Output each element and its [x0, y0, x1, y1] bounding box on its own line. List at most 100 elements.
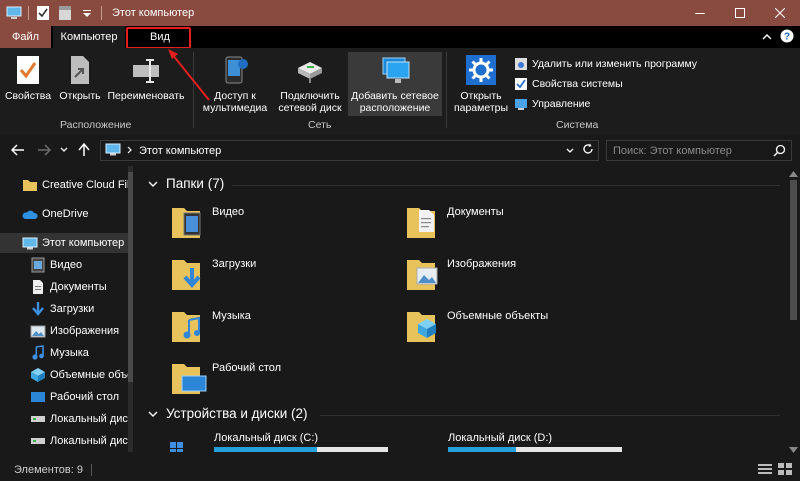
- title-bar: Этот компьютер: [0, 0, 800, 26]
- nav-item-drive-d[interactable]: Локальный дис: [0, 431, 128, 451]
- minimize-icon: [695, 13, 705, 14]
- refresh-icon[interactable]: [582, 143, 594, 158]
- scroll-down-icon[interactable]: [789, 444, 798, 456]
- add-network-location-button[interactable]: Добавить сетевое расположение: [348, 52, 442, 116]
- map-drive-label-1: Подключить: [280, 90, 340, 102]
- media-device-icon: [219, 54, 251, 86]
- forward-button[interactable]: [36, 142, 52, 158]
- nav-item-drive-c[interactable]: Локальный диск: [0, 409, 133, 429]
- nav-item-label: Музыка: [50, 347, 89, 359]
- group-system-label: Система: [556, 119, 599, 131]
- uninstall-program-button[interactable]: Удалить или изменить программу: [514, 57, 697, 71]
- status-bar: Элементов: 9: [0, 458, 800, 481]
- ribbon-tabs: Файл Компьютер Вид: [0, 26, 800, 48]
- ribbon-group-divider: [446, 52, 447, 128]
- breadcrumb-chevron-icon[interactable]: [127, 145, 133, 157]
- details-view-icon[interactable]: [758, 463, 772, 478]
- media-access-button[interactable]: Доступ к мультимедиа: [198, 54, 272, 114]
- chevron-down-icon: [60, 147, 68, 152]
- folder-label: Музыка: [212, 310, 251, 322]
- tiles-view-icon[interactable]: [778, 463, 792, 478]
- drives-section-header[interactable]: Устройства и диски (2): [148, 406, 308, 421]
- properties-button[interactable]: Свойства: [5, 54, 51, 102]
- system-properties-icon: [514, 77, 528, 91]
- folder-item-3d-objects[interactable]: Объемные объекты: [405, 306, 548, 346]
- 3d-objects-folder-icon: [407, 312, 436, 342]
- recent-locations-button[interactable]: [58, 142, 70, 158]
- documents-icon: [30, 279, 46, 295]
- toolbar-divider: [28, 6, 29, 20]
- tab-file[interactable]: Файл: [0, 26, 51, 48]
- help-icon[interactable]: ?: [780, 29, 794, 46]
- nav-item-label: Объемные объе: [50, 369, 133, 381]
- up-button[interactable]: [76, 142, 92, 158]
- navpane-scrollbar-thumb[interactable]: [128, 172, 133, 382]
- rename-icon: [130, 54, 162, 86]
- scroll-up-icon[interactable]: [789, 168, 798, 180]
- content-area: Папки (7) Видео Документы Загрузки Изобр…: [140, 166, 786, 452]
- folder-item-music[interactable]: Музыка: [170, 306, 251, 346]
- search-icon: [773, 144, 786, 160]
- new-folder-icon[interactable]: [57, 5, 73, 21]
- forward-arrow-icon: [38, 144, 51, 156]
- folders-section-header[interactable]: Папки (7): [148, 176, 224, 191]
- nav-item-video[interactable]: Видео: [0, 255, 128, 275]
- breadcrumb[interactable]: Этот компьютер: [139, 145, 221, 157]
- desktop-folder-icon: [172, 364, 207, 394]
- open-icon: [64, 54, 96, 86]
- folder-item-video[interactable]: Видео: [170, 202, 244, 242]
- tab-computer[interactable]: Компьютер: [53, 26, 125, 48]
- ribbon-controls: ?: [762, 29, 794, 46]
- folder-item-documents[interactable]: Документы: [405, 202, 504, 242]
- nav-item-label: Этот компьютер: [42, 237, 125, 249]
- nav-item-downloads[interactable]: Загрузки: [0, 299, 128, 319]
- minimize-button[interactable]: [680, 0, 720, 26]
- drive-icon: [30, 433, 46, 449]
- folder-label: Объемные объекты: [447, 310, 549, 322]
- nav-item-desktop[interactable]: Рабочий стол: [0, 387, 128, 407]
- drive-icon: [402, 442, 442, 452]
- open-button[interactable]: Открыть: [56, 54, 104, 102]
- map-network-drive-button[interactable]: Подключить сетевой диск: [272, 54, 348, 114]
- nav-item-onedrive[interactable]: OneDrive: [0, 204, 128, 224]
- back-button[interactable]: [10, 142, 26, 158]
- folder-item-downloads[interactable]: Загрузки: [170, 254, 256, 294]
- nav-item-documents[interactable]: Документы: [0, 277, 128, 297]
- folder-item-pictures[interactable]: Изображения: [405, 254, 516, 294]
- open-settings-button[interactable]: Открыть параметры: [450, 54, 512, 114]
- nav-item-music[interactable]: Музыка: [0, 343, 128, 363]
- address-bar[interactable]: Этот компьютер: [100, 140, 599, 161]
- nav-item-this-pc[interactable]: Этот компьютер: [0, 233, 128, 253]
- search-placeholder: Поиск: Этот компьютер: [613, 144, 732, 157]
- search-input[interactable]: Поиск: Этот компьютер: [606, 140, 792, 161]
- toolbar-divider: [101, 6, 102, 20]
- properties-icon[interactable]: [35, 5, 51, 21]
- collapse-ribbon-icon[interactable]: [762, 32, 772, 44]
- drive-icon: [30, 411, 46, 427]
- quick-access-toolbar: Этот компьютер: [0, 0, 194, 26]
- navigation-bar: Этот компьютер Поиск: Этот компьютер: [0, 136, 800, 164]
- nav-item-creative-cloud[interactable]: Creative Cloud Fil: [0, 175, 129, 195]
- windows-drive-icon: [170, 442, 183, 452]
- content-scrollbar-thumb[interactable]: [790, 180, 797, 320]
- maximize-button[interactable]: [720, 0, 760, 26]
- drive-usage-fill: [214, 447, 317, 452]
- nav-item-pictures[interactable]: Изображения: [0, 321, 128, 341]
- customize-toolbar-icon[interactable]: [79, 5, 95, 21]
- address-history-icon[interactable]: [566, 145, 574, 157]
- folder-label: Документы: [447, 206, 504, 218]
- close-button[interactable]: [760, 0, 800, 26]
- folder-label: Рабочий стол: [212, 362, 282, 374]
- computer-icon: [105, 143, 121, 159]
- system-properties-button[interactable]: Свойства системы: [514, 77, 623, 91]
- 3d-icon: [30, 367, 46, 383]
- computer-icon: [6, 5, 22, 21]
- rename-button[interactable]: Переименовать: [104, 54, 188, 102]
- manage-button[interactable]: Управление: [514, 97, 590, 111]
- drive-item-d[interactable]: Локальный диск (D:): [402, 432, 622, 452]
- nav-item-3d-objects[interactable]: Объемные объе: [0, 365, 133, 385]
- folder-item-desktop[interactable]: Рабочий стол: [170, 358, 281, 398]
- drive-item-c[interactable]: Локальный диск (C:): [168, 432, 388, 452]
- svg-text:?: ?: [784, 32, 790, 43]
- close-icon: [775, 8, 785, 18]
